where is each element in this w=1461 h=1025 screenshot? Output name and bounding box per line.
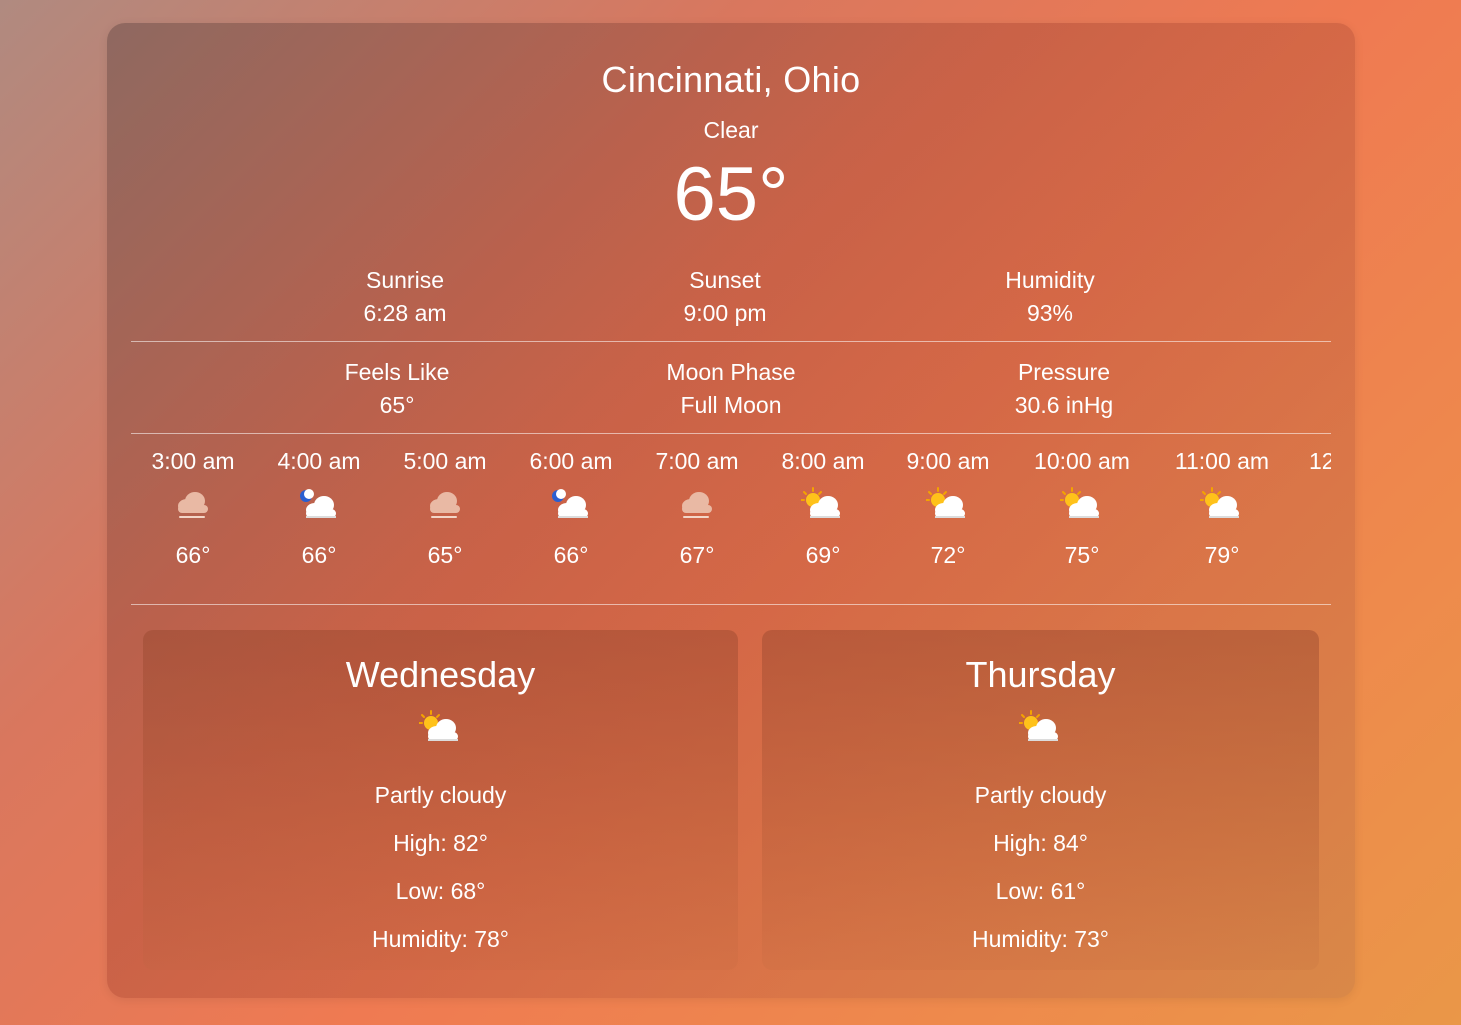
pressure-value: 30.6 inHg (1014, 392, 1114, 418)
forecast-condition: Partly cloudy (374, 782, 507, 808)
weather-card: Cincinnati, Ohio Clear 65° Sunrise 6:28 … (107, 23, 1355, 998)
sun-cloud-icon (143, 710, 738, 746)
current-temperature: 65° (673, 152, 789, 237)
forecast-card-wednesday: Wednesday Partly cloudy High: 82° Low: 6… (143, 630, 738, 970)
moon-cloud-icon (526, 481, 616, 529)
pressure-stat: Pressure 30.6 inHg (934, 356, 1194, 422)
sunset-label: Sunset (689, 267, 761, 293)
forecast-day-name: Thursday (965, 654, 1116, 695)
forecast-high: High: 84° (993, 830, 1088, 856)
hour-time: 11:00 am (1174, 448, 1270, 474)
hour-temp: 75° (1064, 542, 1100, 568)
hourly-item: 7:00 am 67° (652, 441, 742, 575)
pressure-label: Pressure (1017, 359, 1111, 385)
sun-cloud-icon (903, 481, 993, 529)
forecast-humidity: Humidity: 73° (971, 926, 1110, 952)
hourly-item: 4:00 am 66° (274, 441, 364, 575)
hour-temp: 65° (427, 542, 463, 568)
hourly-item: 8:00 am 69° (778, 441, 868, 575)
humidity-label: Humidity (1005, 267, 1095, 293)
hour-temp: 66° (175, 542, 211, 568)
hour-temp: 69° (805, 542, 841, 568)
moon-phase-label: Moon Phase (666, 359, 796, 385)
moon-phase-stat: Moon Phase Full Moon (601, 356, 861, 422)
hourly-item: 10:00 am 75° (1029, 441, 1135, 575)
hour-time: 8:00 am (781, 448, 865, 474)
divider (131, 341, 1331, 342)
location-title: Cincinnati, Ohio (601, 59, 861, 100)
hour-temp: 67° (679, 542, 715, 568)
forecast-humidity: Humidity: 78° (371, 926, 510, 952)
sun-cloud-icon (1029, 481, 1135, 529)
hourly-item: 6:00 am 66° (526, 441, 616, 575)
divider (131, 604, 1331, 605)
hour-time: 4:00 am (277, 448, 361, 474)
humidity-stat: Humidity 93% (920, 264, 1180, 330)
hour-time: 10:00 am (1034, 448, 1130, 474)
cloud-fog-icon (148, 481, 238, 529)
hourly-item: 9:00 am 72° (903, 441, 993, 575)
hourly-item: 3:00 am 66° (148, 441, 238, 575)
sun-cloud-icon (778, 481, 868, 529)
hour-temp: 66° (553, 542, 589, 568)
sunrise-value: 6:28 am (363, 300, 447, 326)
sunset-value: 9:00 pm (683, 300, 767, 326)
forecast-low: Low: 68° (395, 878, 486, 904)
forecast-low: Low: 61° (995, 878, 1086, 904)
hour-temp: 72° (930, 542, 966, 568)
hour-time: 6:00 am (529, 448, 613, 474)
hourly-forecast[interactable]: 3:00 am 66° 4:00 am 66° 5:00 am 65° 6:00… (131, 441, 1331, 591)
hourly-item: 5:00 am 65° (400, 441, 490, 575)
feels-like-value: 65° (379, 392, 415, 418)
hour-time: 3:00 am (151, 448, 235, 474)
feels-like-label: Feels Like (344, 359, 450, 385)
forecast-high: High: 82° (393, 830, 488, 856)
sunrise-label: Sunrise (366, 267, 444, 293)
hour-temp: 66° (301, 542, 337, 568)
forecast-condition: Partly cloudy (974, 782, 1107, 808)
sunset-stat: Sunset 9:00 pm (595, 264, 855, 330)
feels-like-stat: Feels Like 65° (267, 356, 527, 422)
humidity-value: 93% (1026, 300, 1074, 326)
sun-cloud-icon (762, 710, 1319, 746)
forecast-card-thursday: Thursday Partly cloudy High: 84° Low: 61… (762, 630, 1319, 970)
moon-phase-value: Full Moon (680, 392, 782, 418)
sunrise-stat: Sunrise 6:28 am (275, 264, 535, 330)
hour-time: 9:00 am (906, 448, 990, 474)
forecast-day-name: Wednesday (345, 654, 536, 695)
moon-cloud-icon (274, 481, 364, 529)
divider (131, 433, 1331, 434)
hour-time: 5:00 am (403, 448, 487, 474)
hour-temp: 79° (1204, 542, 1240, 568)
hour-time: 7:00 am (655, 448, 739, 474)
cloud-fog-icon (652, 481, 742, 529)
current-condition: Clear (703, 117, 759, 143)
cloud-fog-icon (400, 481, 490, 529)
hour-time: 12 (1309, 448, 1331, 474)
sun-cloud-icon (1169, 481, 1275, 529)
hourly-item: 12 (1309, 441, 1331, 481)
hourly-item: 11:00 am 79° (1169, 441, 1275, 575)
